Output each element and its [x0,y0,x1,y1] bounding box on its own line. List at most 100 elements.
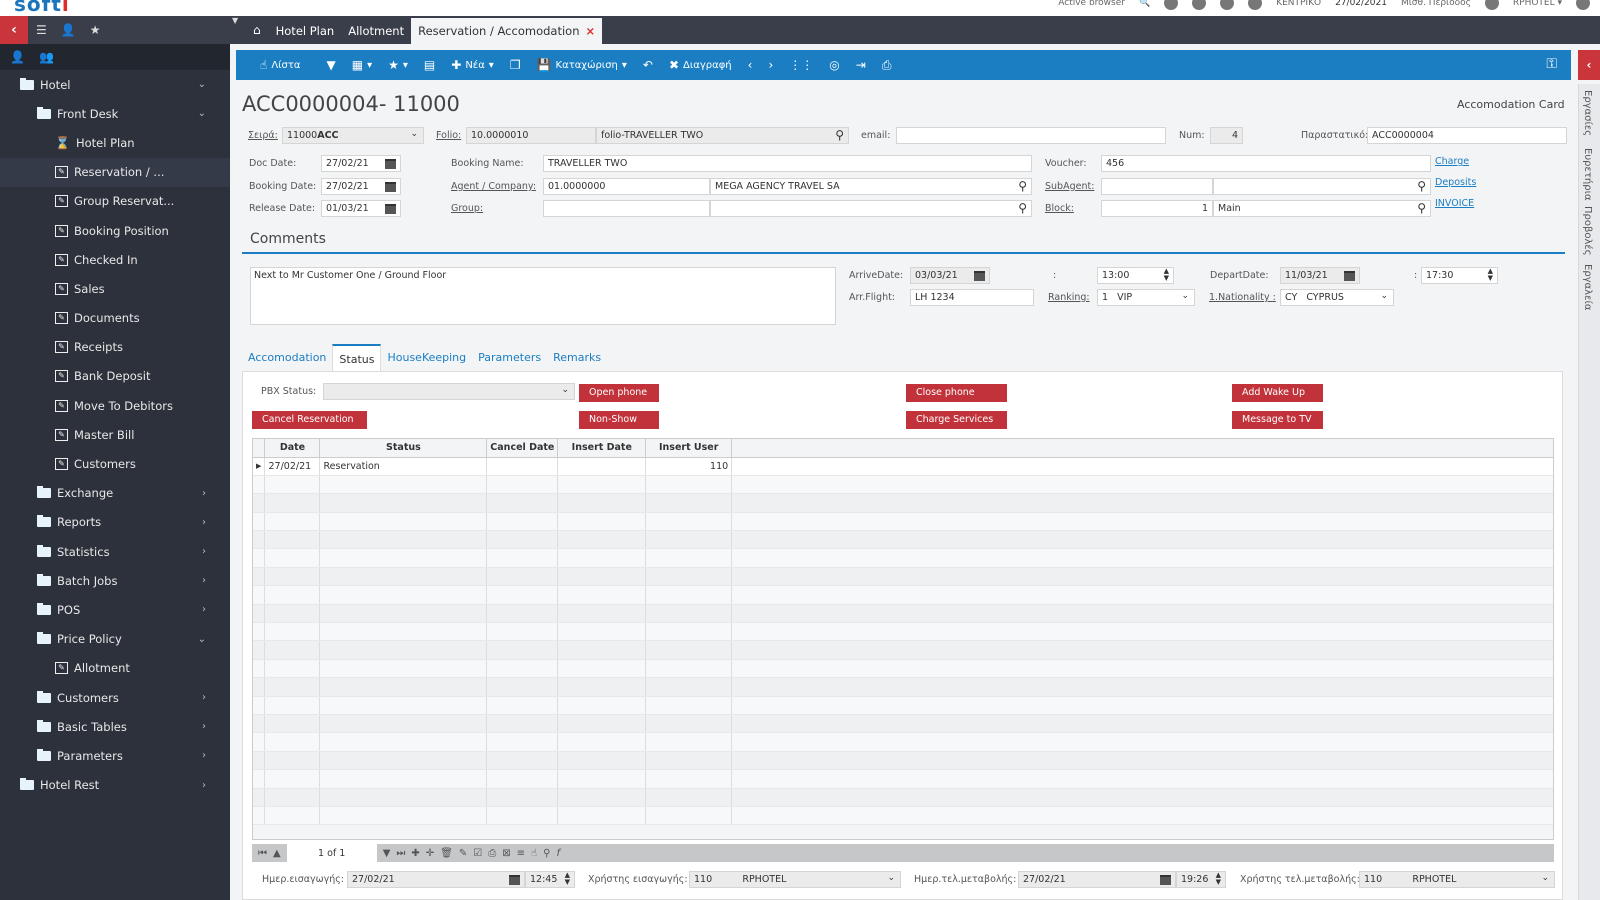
calendar-icon[interactable] [385,182,396,192]
column-header-status[interactable]: Status [319,439,488,458]
empty-row[interactable] [253,512,1553,532]
cell-status[interactable] [319,640,488,660]
chevron-right-icon[interactable]: › [202,488,206,499]
cell-status[interactable] [319,677,488,697]
payroll-period[interactable]: Μισθ. Περίοδος [1401,0,1471,8]
chevron-right-icon[interactable]: › [202,575,206,586]
invoice-link[interactable]: INVOICE [1435,198,1474,209]
zoom-button[interactable]: ◎ [829,58,839,72]
depart-date-field[interactable]: 11/03/21 [1280,267,1360,284]
sidebar-item-group-reservat[interactable]: ✎ Group Reservat... [0,187,230,216]
cell-insert-date[interactable] [557,512,647,532]
series-select[interactable]: 11000ACC ⌄ [282,127,424,144]
help-icon[interactable] [1576,0,1590,10]
collapse-right-panel-button[interactable]: ‹ [1578,50,1600,80]
sidebar-item-hotel-rest[interactable]: Hotel Rest › [0,771,230,800]
cell-status[interactable] [319,696,488,715]
cell-cancel-date[interactable] [486,604,559,624]
sidebar-item-checked-in[interactable]: ✎ Checked In [0,245,230,274]
chevron-right-icon[interactable]: › [202,721,206,732]
new-button[interactable]: ✚ Νέα ▾ [451,58,494,72]
cell-date[interactable] [264,714,321,734]
cell-cancel-date[interactable] [486,493,559,513]
empty-row[interactable] [253,659,1553,679]
chevron-right-icon[interactable]: › [202,604,206,615]
agent-company-label[interactable]: Agent / Company: [451,181,536,192]
cell-status[interactable] [319,512,488,532]
cell-insert-date[interactable] [557,622,647,642]
chevron-down-icon[interactable]: ⌄ [198,634,206,645]
sidebar-item-hotel-plan[interactable]: ⌛ Hotel Plan [0,128,230,157]
sidebar-item-parameters[interactable]: Parameters › [0,741,230,770]
chevron-right-icon[interactable]: › [202,692,206,703]
calendar-icon[interactable] [385,204,396,214]
cell-cancel-date[interactable] [486,769,559,789]
cell-cancel-date[interactable] [486,622,559,642]
cell-cancel-date[interactable] [486,475,559,495]
empty-row[interactable] [253,475,1553,495]
search-icon[interactable]: ⚲ [1018,201,1027,215]
cell-insert-date[interactable] [557,769,647,789]
insert-date-field[interactable]: 27/02/21 [347,871,525,888]
cell-insert-user[interactable] [645,567,733,587]
cell-date[interactable] [264,530,321,550]
prev-page-icon[interactable]: ▲ [273,848,281,859]
empty-row[interactable] [253,548,1553,568]
empty-row[interactable] [253,788,1553,807]
group-label[interactable]: Group: [451,203,483,214]
print-button[interactable]: ⎙ [882,58,892,73]
first-page-icon[interactable]: ⏮ [258,848,267,859]
ranking-select[interactable]: 1 VIP ⌄ [1097,289,1195,306]
search-icon[interactable]: ⚲ [1018,179,1027,193]
cell-insert-date[interactable] [557,714,647,734]
column-header-date[interactable]: Date [264,439,321,458]
insert-user-select[interactable]: 110 RPHOTEL ⌄ [689,871,901,888]
sidebar-item-receipts[interactable]: ✎ Receipts [0,333,230,362]
charge-link[interactable]: Charge [1435,156,1469,167]
open-phone-button[interactable]: Open phone [579,384,659,402]
pbx-status-select[interactable]: ⌄ [323,383,575,400]
non-show-button[interactable]: Non-Show [579,411,659,429]
cell-insert-user[interactable] [645,677,733,697]
calendar-icon[interactable] [385,159,396,169]
cell-insert-date[interactable] [557,677,647,697]
cell-status[interactable] [319,714,488,734]
delete-button[interactable]: ✖ Διαγραφή [669,58,732,72]
cell-insert-user[interactable] [645,732,733,752]
user-avatar-icon[interactable] [1484,0,1499,10]
deposits-link[interactable]: Deposits [1435,177,1476,188]
folio-code-field[interactable]: 10.0000010 [466,127,596,144]
cell-cancel-date[interactable] [486,567,559,587]
user-icon[interactable]: 👤 [61,23,76,37]
spinner-icon[interactable]: ▲ ▼ [565,872,570,886]
cell-cancel-date[interactable] [486,714,559,734]
cell-date[interactable] [264,512,321,532]
nationality-label[interactable]: 1.Nationality : [1209,292,1276,303]
cell-cancel-date[interactable] [486,732,559,752]
cell-status[interactable]: Reservation [319,457,488,476]
cell-insert-user[interactable] [645,604,733,624]
comments-textarea[interactable]: Next to Mr Customer One / Ground Floor [250,267,836,325]
cell-status[interactable] [319,493,488,513]
block-label[interactable]: Block: [1045,203,1074,214]
calendar-icon[interactable] [509,875,520,885]
sidebar-item-reports[interactable]: Reports › [0,508,230,537]
print-icon[interactable]: ⎙ [488,848,496,859]
empty-row[interactable] [253,806,1553,826]
cell-cancel-date[interactable] [486,659,559,679]
empty-row[interactable] [253,751,1553,771]
sidebar-item-sales[interactable]: ✎ Sales [0,274,230,303]
tab-allotment[interactable]: Allotment [341,18,411,44]
cell-status[interactable] [319,548,488,568]
cell-insert-user[interactable] [645,714,733,734]
undo-button[interactable]: ↶ [643,58,653,72]
cell-date[interactable] [264,696,321,715]
cell-insert-date[interactable] [557,548,647,568]
cell-cancel-date[interactable] [486,585,559,605]
cell-cancel-date[interactable] [486,751,559,771]
email-field[interactable] [896,127,1166,144]
favorites-star-icon[interactable]: ★ [90,23,101,37]
function-icon[interactable]: f [556,848,560,859]
empty-row[interactable] [253,677,1553,697]
tab-remarks[interactable]: Remarks [547,344,607,372]
